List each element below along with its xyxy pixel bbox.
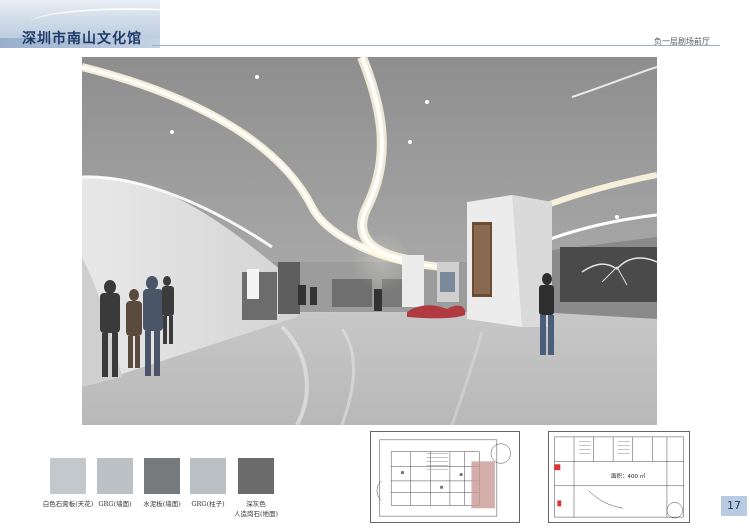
page-number: 17 (721, 496, 747, 516)
material-label-1: 白色石膏板(天花) (42, 500, 94, 508)
rendering-illustration (82, 57, 657, 425)
material-label-4: GRG(柱子) (191, 500, 225, 508)
floor-plan-overall-drawing (376, 439, 511, 517)
material-swatch-2 (97, 458, 133, 494)
material-label-5a: 深灰色 (246, 500, 266, 508)
material-swatch-3 (144, 458, 180, 494)
floor-plan-overall (370, 431, 520, 523)
header-rule (152, 45, 720, 46)
floor-plan-detail: 面积：400 ㎡ (548, 431, 690, 523)
material-label-3: 水泥板(墙面) (143, 500, 181, 508)
material-label-2: GRG(墙面) (98, 500, 132, 508)
material-swatch-4 (190, 458, 226, 494)
interior-rendering (82, 57, 657, 425)
plan-area-label: 面积：400 ㎡ (611, 474, 646, 480)
section-subtitle: 负一层剧场前厅 (654, 37, 710, 46)
document-title: 深圳市南山文化馆 (22, 31, 142, 47)
material-label-5b: 人造岗石(地面) (233, 510, 279, 518)
material-swatch-1 (50, 458, 86, 494)
material-swatch-5 (238, 458, 274, 494)
